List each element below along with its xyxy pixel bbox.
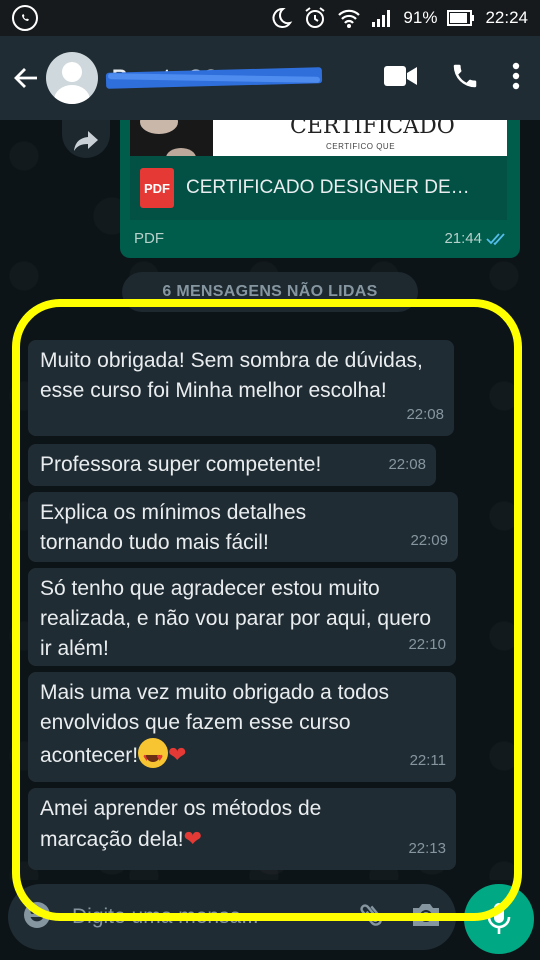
message-text-body: Amei aprender os métodos de marcação del… [40, 797, 322, 851]
red-heart-emoji-icon: ❤ [183, 826, 203, 851]
pdf-file-type: PDF [134, 230, 164, 247]
pdf-file-name: CERTIFICADO DESIGNER DE… [186, 177, 470, 198]
chat-area[interactable]: CERTIFICADO CERTIFICO QUE PDF CERTIFICAD… [0, 120, 540, 880]
pdf-message-bubble[interactable]: CERTIFICADO CERTIFICO QUE PDF CERTIFICAD… [120, 120, 520, 258]
incoming-message[interactable]: Explica os mínimos detalhes tornando tud… [28, 492, 458, 562]
pdf-file-row[interactable]: PDF CERTIFICADO DESIGNER DE… [130, 156, 507, 220]
message-time: 22:11 [409, 752, 446, 769]
red-heart-emoji-icon: ❤ [168, 742, 187, 767]
incoming-message[interactable]: Amei aprender os métodos de marcação del… [28, 788, 456, 870]
paperclip-icon [360, 903, 383, 926]
emoji-button[interactable] [22, 900, 52, 935]
chat-header: Renata CC [0, 36, 540, 120]
pdf-preview-title: CERTIFICADO [290, 120, 455, 139]
message-time: 22:08 [406, 406, 444, 423]
signal-icon [371, 9, 393, 27]
status-bar: 91% 22:24 [0, 0, 540, 36]
message-time: 22:13 [408, 840, 446, 857]
voice-call-button[interactable] [450, 61, 480, 96]
emoji-smiley-icon [24, 901, 50, 928]
clock: 22:24 [485, 8, 528, 27]
message-text-body: Mais uma vez muito obrigado a todos envo… [40, 681, 390, 767]
message-composer[interactable]: Digite uma mensa... [8, 884, 456, 950]
battery-percent: 91% [403, 8, 438, 27]
contact-name[interactable]: Renata CC [105, 66, 323, 90]
alarm-icon [303, 6, 327, 30]
avatar[interactable] [46, 52, 98, 104]
microphone-icon [487, 903, 511, 934]
kebab-menu-icon [512, 62, 520, 89]
incoming-message[interactable]: Mais uma vez muito obrigado a todos envo… [28, 672, 456, 782]
forward-button[interactable] [62, 120, 110, 158]
unread-messages-divider: 6 MENSAGENS NÃO LIDAS [122, 272, 418, 312]
message-time: 22:10 [408, 636, 446, 653]
message-text: Explica os mínimos detalhes tornando tud… [40, 501, 307, 554]
wifi-icon [337, 7, 361, 29]
attach-button[interactable] [360, 900, 384, 935]
message-time: 21:44 [444, 230, 508, 247]
incoming-message[interactable]: Professora super competente! 22:08 [28, 444, 436, 486]
pdf-file-icon: PDF [140, 168, 174, 208]
message-text: Professora super competente! [40, 453, 322, 476]
pdf-preview-subtitle: CERTIFICO QUE [326, 142, 396, 151]
phone-icon [453, 64, 477, 87]
back-arrow-icon [14, 68, 37, 88]
voice-record-button[interactable] [464, 884, 534, 954]
message-text: Mais uma vez muito obrigado a todos envo… [40, 678, 440, 773]
message-text: Só tenho que agradecer estou muito reali… [40, 577, 432, 660]
back-button[interactable] [12, 64, 40, 92]
message-text: Muito obrigada! Sem sombra de dúvidas, e… [40, 349, 423, 402]
message-text: Amei aprender os métodos de marcação del… [40, 794, 370, 855]
battery-icon [447, 9, 475, 27]
double-check-read-icon [486, 232, 505, 245]
more-options-button[interactable] [512, 62, 520, 95]
incoming-message[interactable]: Só tenho que agradecer estou muito reali… [28, 568, 456, 666]
do-not-disturb-moon-icon [269, 6, 293, 30]
forward-arrow-icon [74, 131, 98, 151]
heart-eyes-emoji-icon [138, 738, 169, 773]
pdf-time: 21:44 [444, 230, 482, 247]
incoming-message[interactable]: Muito obrigada! Sem sombra de dúvidas, e… [28, 340, 454, 436]
video-call-button[interactable] [384, 65, 418, 92]
video-camera-icon [384, 65, 417, 86]
message-time: 22:09 [410, 532, 448, 549]
message-time: 22:08 [388, 456, 426, 473]
pdf-preview-thumbnail[interactable]: CERTIFICADO CERTIFICO QUE [130, 120, 507, 156]
whatsapp-notification-icon [12, 5, 38, 31]
camera-icon [413, 903, 439, 926]
camera-button[interactable] [410, 901, 442, 934]
message-input[interactable]: Digite uma mensa... [72, 905, 360, 929]
